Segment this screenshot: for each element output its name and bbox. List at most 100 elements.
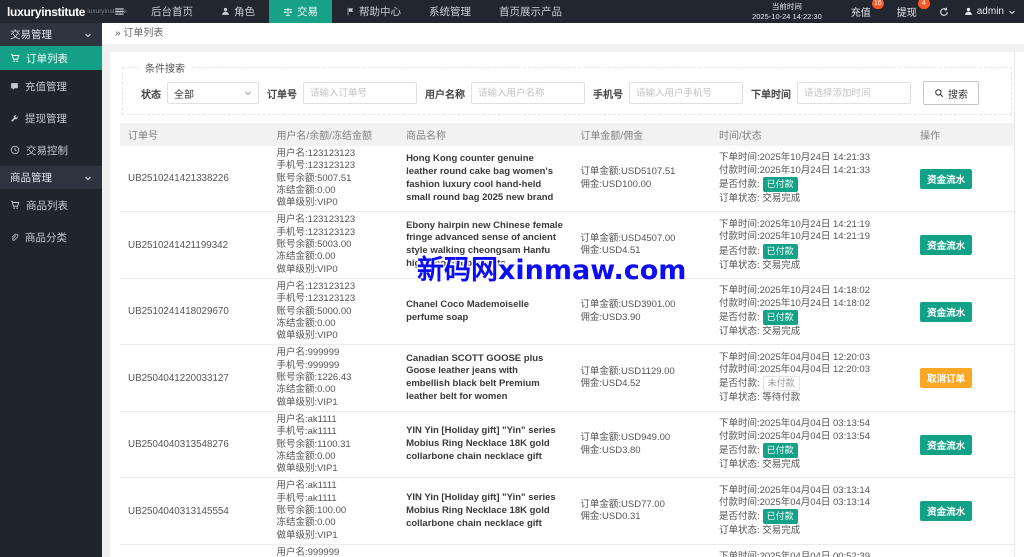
pay-status-badge: 已付款 [762,509,798,525]
order-times: 下单时间:2025年10月24日 14:21:33 付款时间:2025年10月2… [718,152,870,176]
row-action-button[interactable]: 资金流水 [920,168,973,189]
chevron-down-icon [244,89,252,97]
status-label: 状态 [141,89,161,101]
sidebar-item[interactable]: 商品列表 [0,189,102,221]
link-icon [10,233,19,242]
row-action-button[interactable]: 取消订单 [920,368,973,389]
menu-toggle-icon[interactable] [102,0,137,23]
recharge-badge: 16 [871,0,884,9]
search-field-label: 手机号 [593,89,623,101]
search-field: 订单号 [259,82,417,104]
nav-item-label: 角色 [234,6,255,18]
pay-status-badge: 已付款 [762,177,798,193]
search-panel: 条件搜索 状态 全部 订单号 用户名称 手机号 下单时间 搜索 [122,60,1012,115]
nav-item-label: 帮助中心 [359,6,401,18]
search-input[interactable] [797,82,911,104]
search-input[interactable] [471,82,585,104]
withdraw-link[interactable]: 提现 4 [897,0,930,19]
order-times: 下单时间:2025年04月04日 00:52:39 付款时间:2025年04月0… [718,551,870,557]
table-header-cell: 时间/状态 [718,131,762,142]
sidebar-item-label: 交易控制 [26,144,68,157]
order-number: UB2510241421199342 [128,239,229,251]
order-amount: 订单金额:USD1129.00 佣金:USD4.52 [580,365,675,390]
user-info: 用户名:ak1111 手机号:ak1111 账号余额:1100.31 冻结金额:… [276,413,351,475]
nav-item[interactable]: 帮助中心 [332,0,415,23]
refresh-icon[interactable] [939,7,949,17]
sidebar-item[interactable]: 订单列表 [0,46,102,70]
top-nav: 后台首页 角色 交易 帮助中心 系统管理 首页展示产品 [137,0,576,23]
scrollbar[interactable] [1014,52,1024,557]
topbar-right: 当前时间 2025-10-24 14:22:30 充值 16 提现 4 admi… [752,0,1024,23]
nav-item[interactable]: 系统管理 [415,0,485,23]
product-name: Canadian SCOTT GOOSE plus Goose leather … [406,352,544,402]
flag-icon [346,7,355,16]
sidebar-group[interactable]: 交易管理 [0,23,102,46]
table-header-cell: 操作 [920,131,941,142]
sidebar-item[interactable]: 提现管理 [0,102,102,134]
nav-item[interactable]: 首页展示产品 [485,0,576,23]
order-times: 下单时间:2025年10月24日 14:18:02 付款时间:2025年10月2… [718,285,870,309]
sidebar-item-label: 订单列表 [26,52,68,65]
time-status: 下单时间:2025年04月04日 12:20:03 付款时间:2025年04月0… [719,352,920,405]
row-action-button[interactable]: 资金流水 [920,501,973,522]
row-action-button[interactable]: 资金流水 [920,235,973,256]
nav-item[interactable]: 交易 [269,0,332,23]
table-body: UB2510241421338226 用户名:123123123 手机号:123… [120,146,1014,557]
order-number: UB2504040313548276 [128,439,229,451]
pay-question-label: 是否付款: [718,245,760,257]
order-times: 下单时间:2025年10月24日 14:21:19 付款时间:2025年10月2… [718,218,870,243]
table-row: UB2504040313548276 用户名:ak1111 手机号:ak1111… [120,412,1014,479]
pay-status-badge: 已付款 [762,310,798,325]
sidebar-item-label: 提现管理 [25,112,67,125]
row-action-button[interactable]: 资金流水 [920,434,973,455]
recharge-link[interactable]: 充值 16 [851,0,884,19]
order-status: 订单状态: 交易完成 [718,326,801,337]
search-field: 下单时间 [743,82,911,104]
table-row: UB2504041220033127 用户名:999999 手机号:999999… [120,345,1014,412]
time-status: 下单时间:2025年10月24日 14:21:33 付款时间:2025年10月2… [719,152,920,205]
sidebar: 交易管理 订单列表 充值管理 提现管理 交易控制 商品管理 商品列表 商品分类 [0,23,102,557]
order-times: 下单时间:2025年04月04日 03:13:54 付款时间:2025年04月0… [718,418,870,442]
order-times: 下单时间:2025年04月04日 12:20:03 付款时间:2025年04月0… [718,351,870,376]
chevron-down-icon [1008,8,1016,16]
nav-item[interactable]: 角色 [207,0,269,23]
status-select[interactable]: 全部 [167,82,259,104]
search-field: 手机号 [585,82,743,104]
search-field-label: 用户名称 [425,89,465,101]
order-amount: 订单金额:USD949.00 佣金:USD3.80 [580,432,671,456]
order-status: 订单状态: 交易完成 [718,193,801,205]
table-row: UB2510241418029670 用户名:123123123 手机号:123… [120,279,1014,346]
row-action-button[interactable]: 资金流水 [920,301,973,322]
pay-status-badge: 已付款 [762,243,798,259]
current-time: 当前时间 2025-10-24 14:22:30 [752,2,822,21]
order-times: 下单时间:2025年04月04日 03:13:14 付款时间:2025年04月0… [718,484,870,509]
order-number: UB2510241421338226 [128,173,229,185]
order-number: UB2504040313145554 [128,505,229,517]
time-status: 下单时间:2025年04月04日 03:13:14 付款时间:2025年04月0… [719,485,920,538]
table-row: UB2504040052391461 用户名:999999 手机号:999999… [120,545,1014,557]
time-status: 下单时间:2025年04月04日 03:13:54 付款时间:2025年04月0… [719,418,920,471]
sidebar-group-label: 交易管理 [10,29,52,41]
sidebar-item[interactable]: 商品分类 [0,221,102,253]
order-amount: 订单金额:USD77.00 佣金:USD0.31 [580,498,665,523]
user-info: 用户名:ak1111 手机号:ak1111 账号余额:100.00 冻结金额:0… [276,480,347,541]
search-input[interactable] [303,82,417,104]
search-input[interactable] [629,82,743,104]
sidebar-item[interactable]: 充值管理 [0,70,102,102]
search-fields: 订单号 用户名称 手机号 下单时间 [259,82,911,104]
main-area: » 订单列表 条件搜索 状态 全部 订单号 用户名称 手机号 下单时间 搜索 [102,23,1024,557]
search-panel-legend: 条件搜索 [145,64,185,75]
pay-question-label: 是否付款: [718,511,760,523]
admin-menu[interactable]: admin [964,6,1016,17]
order-amount: 订单金额:USD3901.00 佣金:USD3.90 [580,299,676,323]
user-info: 用户名:123123123 手机号:123123123 账号余额:5000.00… [276,280,356,342]
nav-item-label: 首页展示产品 [499,6,562,18]
nav-item[interactable]: 后台首页 [137,0,207,23]
search-button[interactable]: 搜索 [923,81,979,105]
clock-icon [10,145,20,155]
sidebar-group[interactable]: 商品管理 [0,166,102,189]
search-icon [934,88,944,98]
app-logo-text: luxuryinstitute [7,4,86,19]
app-logo: luxuryinstitute luxuryinstitute [0,0,127,23]
sidebar-item[interactable]: 交易控制 [0,134,102,166]
